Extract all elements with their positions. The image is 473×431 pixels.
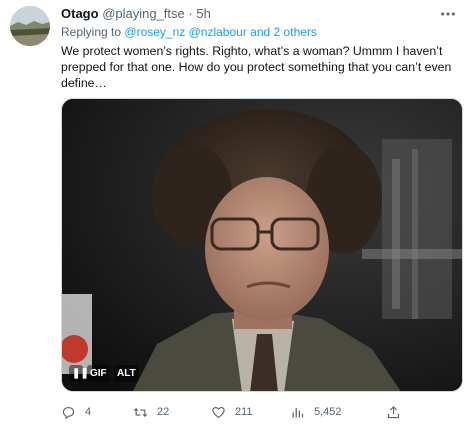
gif-media[interactable]: ❚❚ GIF ALT xyxy=(61,98,463,392)
reply-button[interactable]: 4 xyxy=(61,402,91,422)
mention-conjunction[interactable]: and xyxy=(250,25,270,39)
replying-to: Replying to @rosey_nz @nzlabour and 2 ot… xyxy=(61,25,317,40)
retweet-icon xyxy=(133,407,148,417)
like-count: 211 xyxy=(235,406,253,418)
tweet-text: We protect women’s rights. Righto, what’… xyxy=(61,44,452,90)
reply-icon xyxy=(62,406,75,419)
user-handle[interactable]: @playing_ftse xyxy=(102,6,185,21)
tweet[interactable]: Otago @playing_ftse · 5h Replying to @ro… xyxy=(0,0,473,431)
share-icon xyxy=(387,405,400,418)
gif-frame-image xyxy=(62,99,462,391)
landscape-avatar-icon xyxy=(10,6,50,46)
mention-link[interactable]: @rosey_nz xyxy=(124,25,185,39)
timestamp[interactable]: 5h xyxy=(196,6,210,21)
mention-link[interactable]: @nzlabour xyxy=(189,25,247,39)
separator-dot: · xyxy=(188,6,193,21)
gif-badge: GIF xyxy=(87,365,110,382)
alt-text-button[interactable]: ALT xyxy=(114,365,139,382)
others-link[interactable]: 2 others xyxy=(274,25,317,39)
more-options-button[interactable] xyxy=(437,3,459,25)
analytics-icon xyxy=(292,407,304,417)
views-button[interactable]: 5,452 xyxy=(290,402,342,422)
heart-icon xyxy=(212,406,225,418)
avatar[interactable] xyxy=(10,6,50,46)
display-name[interactable]: Otago xyxy=(61,6,99,21)
replying-prefix: Replying to xyxy=(61,25,122,39)
tweet-header: Otago @playing_ftse · 5h xyxy=(61,6,211,22)
views-count: 5,452 xyxy=(314,406,342,418)
tweet-actions: 4 22 211 5,452 xyxy=(61,402,401,422)
retweet-button[interactable]: 22 xyxy=(133,402,169,422)
share-button[interactable] xyxy=(386,402,401,422)
retweet-count: 22 xyxy=(157,406,170,418)
reply-count: 4 xyxy=(85,406,92,418)
pause-button[interactable]: ❚❚ xyxy=(69,365,89,382)
more-horizontal-icon xyxy=(441,12,455,16)
like-button[interactable]: 211 xyxy=(211,402,253,422)
